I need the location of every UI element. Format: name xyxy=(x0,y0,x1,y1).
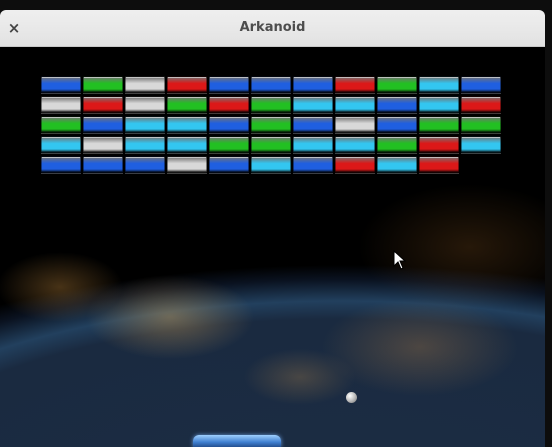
playfield[interactable] xyxy=(0,47,545,447)
brick-white xyxy=(83,136,123,154)
brick-green xyxy=(209,136,249,154)
brick-blue xyxy=(209,116,249,134)
brick-cyan xyxy=(377,156,417,174)
brick-red xyxy=(461,96,501,114)
brick-cyan xyxy=(167,116,207,134)
brick-cyan xyxy=(419,96,459,114)
window-title: Arkanoid xyxy=(239,20,306,35)
brick-blue xyxy=(41,156,81,174)
brick-cyan xyxy=(335,96,375,114)
brick-white xyxy=(125,96,165,114)
brick-cyan xyxy=(125,116,165,134)
brick-green xyxy=(461,116,501,134)
brick-green xyxy=(377,136,417,154)
brick-cyan xyxy=(125,136,165,154)
brick-red xyxy=(419,136,459,154)
brick-blue xyxy=(251,76,291,94)
ball xyxy=(346,392,357,403)
brick-cyan xyxy=(461,136,501,154)
brick-blue xyxy=(125,156,165,174)
brick-blue xyxy=(83,116,123,134)
brick-green xyxy=(83,76,123,94)
brick-white xyxy=(335,116,375,134)
brick-green xyxy=(251,136,291,154)
brick-cyan xyxy=(167,136,207,154)
paddle[interactable] xyxy=(193,435,281,447)
brick-blue xyxy=(293,76,333,94)
brick-green xyxy=(41,116,81,134)
brick-red xyxy=(335,156,375,174)
brick-cyan xyxy=(335,136,375,154)
brick-white xyxy=(167,156,207,174)
brick-green xyxy=(251,116,291,134)
brick-green xyxy=(419,116,459,134)
brick-red xyxy=(335,76,375,94)
brick-blue xyxy=(83,156,123,174)
brick-cyan xyxy=(251,156,291,174)
brick-blue xyxy=(293,156,333,174)
brick-blue xyxy=(209,156,249,174)
brick-red xyxy=(83,96,123,114)
brick-red xyxy=(209,96,249,114)
brick-green xyxy=(251,96,291,114)
brick-red xyxy=(167,76,207,94)
brick-cyan xyxy=(293,96,333,114)
brick-red xyxy=(419,156,459,174)
mouse-cursor-icon xyxy=(393,250,407,270)
brick-cyan xyxy=(419,76,459,94)
brick-green xyxy=(377,76,417,94)
brick-blue xyxy=(293,116,333,134)
brick-cyan xyxy=(41,136,81,154)
brick-blue xyxy=(377,116,417,134)
brick-blue xyxy=(209,76,249,94)
brick-white xyxy=(41,96,81,114)
brick-blue xyxy=(377,96,417,114)
brick-blue xyxy=(41,76,81,94)
title-bar: × Arkanoid xyxy=(0,10,545,47)
brick-green xyxy=(167,96,207,114)
brick-cyan xyxy=(293,136,333,154)
brick-blue xyxy=(461,76,501,94)
game-window: × Arkanoid xyxy=(0,10,545,447)
brick-white xyxy=(125,76,165,94)
